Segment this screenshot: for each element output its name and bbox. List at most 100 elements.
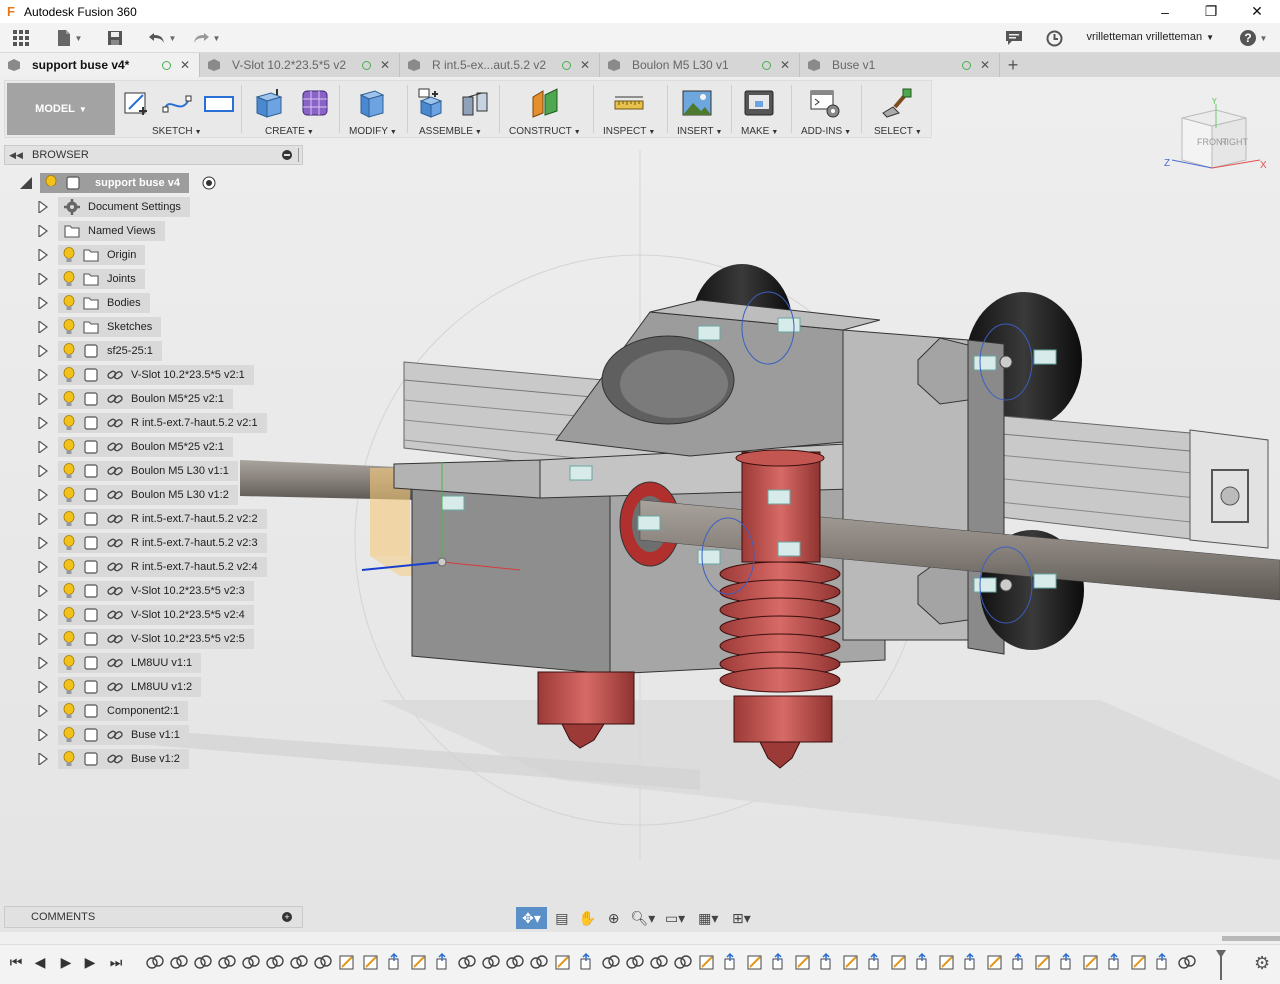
close-tab-icon[interactable]: ✕ [580, 58, 592, 72]
offset-plane-icon[interactable] [529, 87, 561, 119]
expand-arrow-icon[interactable] [38, 681, 48, 693]
browser-tree-item[interactable]: Named Views [0, 221, 300, 241]
browser-tree-item[interactable]: V-Slot 10.2*23.5*5 v2:3 [0, 581, 300, 601]
timeline-extrude-icon[interactable] [1058, 953, 1076, 971]
timeline-joint-icon[interactable] [482, 953, 500, 971]
collapse-arrow-icon[interactable] [20, 177, 32, 189]
expand-arrow-icon[interactable] [38, 585, 48, 597]
visibility-bulb-icon[interactable] [61, 751, 77, 767]
browser-tree-item[interactable]: V-Slot 10.2*23.5*5 v2:1 [0, 365, 300, 385]
history-clock-icon[interactable] [1044, 28, 1064, 48]
extrude-icon[interactable] [253, 87, 285, 119]
zoom-icon[interactable]: ⊕ [602, 907, 625, 929]
browser-tree-item[interactable]: Sketches [0, 317, 300, 337]
browser-tree-item[interactable]: V-Slot 10.2*23.5*5 v2:5 [0, 629, 300, 649]
timeline-joint-icon[interactable] [1178, 953, 1196, 971]
timeline-sketch-icon[interactable] [410, 953, 428, 971]
timeline-sketch-icon[interactable] [746, 953, 764, 971]
browser-tree-item[interactable]: Boulon M5*25 v2:1 [0, 437, 300, 457]
step-forward-icon[interactable]: ▶︎ [80, 953, 100, 971]
timeline-extrude-icon[interactable] [818, 953, 836, 971]
collapse-panel-icon[interactable]: ◀◀ [5, 150, 27, 161]
visibility-bulb-icon[interactable] [61, 319, 77, 335]
make-menu[interactable]: MAKE ▼ [741, 126, 778, 137]
expand-arrow-icon[interactable] [38, 441, 48, 453]
expand-arrow-icon[interactable] [38, 609, 48, 621]
visibility-bulb-icon[interactable] [61, 727, 77, 743]
doc-tab-buse[interactable]: Buse v1 ✕ [800, 53, 1000, 77]
visibility-bulb-icon[interactable] [61, 343, 77, 359]
viewcube-right-label[interactable]: RIGHT [1220, 137, 1249, 147]
workspace-switcher[interactable]: MODEL ▼ [7, 83, 115, 135]
timeline-sketch-icon[interactable] [986, 953, 1004, 971]
form-sculpt-icon[interactable] [299, 87, 331, 119]
tree-item-node[interactable]: Named Views [58, 221, 165, 241]
timeline-sketch-icon[interactable] [890, 953, 908, 971]
browser-tree-item[interactable]: R int.5-ext.7-haut.5.2 v2:4 [0, 557, 300, 577]
measure-icon[interactable] [613, 87, 645, 119]
visibility-bulb-icon[interactable] [61, 391, 77, 407]
timeline-extrude-icon[interactable] [914, 953, 932, 971]
sketch-menu[interactable]: SKETCH ▼ [152, 126, 202, 137]
tree-item-node[interactable]: V-Slot 10.2*23.5*5 v2:3 [58, 581, 254, 601]
expand-arrow-icon[interactable] [38, 729, 48, 741]
tree-item-node[interactable]: Origin [58, 245, 146, 265]
visibility-bulb-icon[interactable] [61, 679, 77, 695]
timeline-sketch-icon[interactable] [1082, 953, 1100, 971]
visibility-bulb-icon[interactable] [61, 703, 77, 719]
scripts-addins-icon[interactable] [809, 87, 841, 119]
visibility-bulb-icon[interactable] [61, 463, 77, 479]
display-settings-icon[interactable]: ▭▾ [660, 907, 689, 929]
doc-tab-support-buse[interactable]: support buse v4* ✕ [0, 53, 200, 77]
panel-resize-handle[interactable] [298, 148, 300, 162]
3d-print-icon[interactable] [743, 87, 775, 119]
modify-menu[interactable]: MODIFY ▼ [349, 126, 397, 137]
timeline-sketch-icon[interactable] [1034, 953, 1052, 971]
browser-tree-item[interactable]: Document Settings [0, 197, 300, 217]
tree-item-node[interactable]: Boulon M5 L30 v1:2 [58, 485, 238, 505]
browser-tree-item[interactable]: Buse v1:2 [0, 749, 300, 769]
timeline-joint-icon[interactable] [290, 953, 308, 971]
add-comment-icon[interactable]: + [282, 912, 292, 922]
save-icon[interactable] [104, 28, 126, 48]
timeline-extrude-icon[interactable] [770, 953, 788, 971]
assemble-menu[interactable]: ASSEMBLE ▼ [419, 126, 482, 137]
create-menu[interactable]: CREATE ▼ [265, 126, 314, 137]
viewports-icon[interactable]: ⊞▾ [727, 907, 756, 929]
fit-zoom-icon[interactable]: 🔍︎▾ [629, 907, 656, 929]
tree-item-node[interactable]: Buse v1:1 [58, 725, 189, 745]
tree-item-node[interactable]: Sketches [58, 317, 162, 337]
timeline-joint-icon[interactable] [314, 953, 332, 971]
browser-tree-item[interactable]: Boulon M5*25 v2:1 [0, 389, 300, 409]
data-panel-grid-icon[interactable] [10, 28, 32, 48]
file-menu-icon[interactable]: ▼ [54, 28, 84, 48]
expand-arrow-icon[interactable] [38, 201, 48, 213]
timeline-extrude-icon[interactable] [1154, 953, 1172, 971]
visibility-bulb-icon[interactable] [43, 175, 59, 191]
browser-tree-item[interactable]: LM8UU v1:2 [0, 677, 300, 697]
timeline-joint-icon[interactable] [530, 953, 548, 971]
visibility-bulb-icon[interactable] [61, 535, 77, 551]
expand-arrow-icon[interactable] [38, 321, 48, 333]
tree-item-node[interactable]: Bodies [58, 293, 150, 313]
browser-tree-item[interactable]: Joints [0, 269, 300, 289]
browser-tree-item[interactable]: Bodies [0, 293, 300, 313]
step-back-icon[interactable]: ◀︎ [30, 953, 50, 971]
close-tab-icon[interactable]: ✕ [980, 58, 992, 72]
tree-item-node[interactable]: R int.5-ext.7-haut.5.2 v2:1 [58, 413, 267, 433]
expand-arrow-icon[interactable] [38, 345, 48, 357]
joint-icon[interactable] [459, 87, 491, 119]
expand-arrow-icon[interactable] [38, 753, 48, 765]
activate-radio-icon[interactable] [202, 176, 216, 190]
create-sketch-icon[interactable] [121, 87, 153, 119]
expand-arrow-icon[interactable] [38, 657, 48, 669]
timeline-marker[interactable] [1216, 950, 1226, 980]
timeline-joint-icon[interactable] [674, 953, 692, 971]
timeline-extrude-icon[interactable] [1010, 953, 1028, 971]
select-menu[interactable]: SELECT ▼ [874, 126, 922, 137]
visibility-bulb-icon[interactable] [61, 439, 77, 455]
visibility-bulb-icon[interactable] [61, 415, 77, 431]
panel-pin-icon[interactable] [282, 150, 292, 160]
timeline-sketch-icon[interactable] [794, 953, 812, 971]
tree-item-node[interactable]: Boulon M5*25 v2:1 [58, 389, 233, 409]
